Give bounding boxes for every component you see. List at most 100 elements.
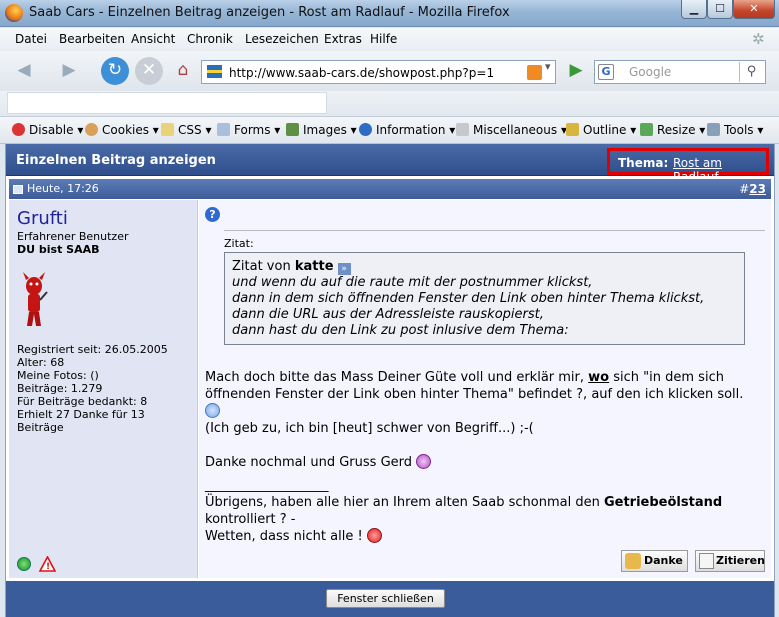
dev-outline[interactable]: Outline ▾ [566,123,636,137]
search-icon[interactable]: ⚲ [739,62,763,82]
dev-cookies[interactable]: Cookies ▾ [85,123,159,137]
miscellaneous-icon [456,123,469,136]
quote-divider [224,230,765,231]
page-footer: Fenster schließen [6,581,774,617]
google-engine-icon[interactable]: G [598,64,614,80]
post-paragraph: (Ich geb zu, ich bin [heut] schwer von B… [205,421,534,436]
thumbs-up-icon [625,553,641,569]
page-viewport: Einzelnen Beitrag anzeigen Thema: Rost a… [5,144,775,617]
post-header: Heute, 17:26 #23 [9,179,771,199]
go-button[interactable]: ▶ [562,57,590,85]
svg-text:!: ! [46,562,50,572]
user-thanks-received-cont: Beiträge [17,421,64,434]
question-icon: ? [205,207,220,222]
user-age: Alter: 68 [17,356,65,369]
forms-icon [217,123,230,136]
url-bar[interactable]: http://www.saab-cars.de/showpost.php?p=1… [201,60,556,84]
user-avatar [23,272,48,326]
signature-divider: ___________________ [205,478,329,493]
user-rank: Erfahrener Benutzer [17,230,129,243]
dev-disable[interactable]: Disable ▾ [12,123,83,137]
menu-hilfe[interactable]: Hilfe [370,32,397,46]
cookies-icon [85,123,98,136]
happy-smiley-icon [416,454,432,469]
home-button[interactable]: ⌂ [169,57,197,85]
dev-images[interactable]: Images ▾ [286,123,357,137]
close-window-button[interactable]: ✕ [733,0,775,19]
user-photos: Meine Fotos: () [17,369,99,382]
window-title: Saab Cars - Einzelnen Beitrag anzeigen -… [29,5,510,20]
dev-forms[interactable]: Forms ▾ [217,123,280,137]
close-window-page-button[interactable]: Fenster schließen [326,589,445,608]
outline-icon [566,123,579,136]
quote-line: dann in dem sich öffnenden Fenster den L… [232,291,705,306]
menu-chronik[interactable]: Chronik [187,32,233,46]
information-icon [359,123,372,136]
search-bar[interactable]: G Google ⚲ [594,60,766,84]
menu-ansicht[interactable]: Ansicht [131,32,175,46]
reload-button[interactable]: ↻ [101,57,129,85]
user-registered: Registriert seit: 26.05.2005 [17,343,168,356]
online-status-icon [17,557,31,571]
quote-line: dann hast du den Link zu post inlusive d… [232,323,569,338]
search-input[interactable]: Google [629,65,671,79]
quote-caption: Zitat: [224,237,254,250]
menu-lesezeichen[interactable]: Lesezeichen [245,32,319,46]
resize-icon [640,123,653,136]
maximize-button[interactable]: ☐ [707,0,733,19]
thanks-button[interactable]: Danke [621,550,688,572]
page-title: Einzelnen Beitrag anzeigen [16,153,216,168]
menu-datei[interactable]: Datei [15,32,47,46]
post-paragraph: Übrigens, haben alle hier an Ihrem alten… [205,495,723,527]
user-thanks-received: Erhielt 27 Danke für 13 [17,408,145,421]
user-thanked: Für Beiträge bedankt: 8 [17,395,148,408]
dev-resize[interactable]: Resize ▾ [640,123,705,137]
confused-smiley-row [205,403,765,420]
navigation-toolbar: ◀ ▶ ↻ ✕ ⌂ http://www.saab-cars.de/showpo… [0,51,779,91]
menu-bearbeiten[interactable]: Bearbeiten [59,32,125,46]
minimize-button[interactable]: ▁ [681,0,707,19]
user-posts: Beiträge: 1.279 [17,382,103,395]
rss-feed-icon[interactable] [527,65,542,80]
web-developer-toolbar: Disable ▾ Cookies ▾ CSS ▾ Forms ▾ Images… [0,117,779,144]
angry-smiley-icon [366,528,382,543]
dev-css[interactable]: CSS ▾ [161,123,211,137]
post-paragraph: Mach doch bitte das Mass Deiner Güte vol… [205,370,744,402]
firefox-logo-icon [5,4,23,22]
menu-extras[interactable]: Extras [324,32,362,46]
bookmarks-area [7,92,327,114]
bookmarks-toolbar [0,91,779,117]
url-dropdown-icon[interactable]: ▾ [545,60,559,73]
post-icon [13,185,23,194]
forward-button[interactable]: ▶ [55,57,83,85]
dev-information[interactable]: Information ▾ [359,123,455,137]
user-sidebar: Grufti Erfahrener Benutzer DU bist SAAB … [9,200,198,578]
post-body: Mach doch bitte das Mass Deiner Güte vol… [205,369,765,545]
username-link[interactable]: Grufti [17,208,68,229]
post-paragraph: Danke nochmal und Gruss Gerd [205,454,765,471]
back-button[interactable]: ◀ [10,57,38,85]
post-date: Heute, 17:26 [27,182,99,195]
css-icon [161,123,174,136]
quote-line: und wenn du auf die raute mit der postnu… [232,275,593,290]
quote-block: Zitat von katte » und wenn du auf die ra… [224,252,745,345]
throbber-icon: ✲ [752,30,765,48]
quote-button[interactable]: Zitieren [695,550,765,572]
url-text: http://www.saab-cars.de/showpost.php?p=1… [229,66,495,80]
post-content: ? Zitat: Zitat von katte » und wenn du a… [199,200,771,578]
quote-header: Zitat von katte » [232,259,737,275]
dev-miscellaneous[interactable]: Miscellaneous ▾ [456,123,567,137]
stop-button[interactable]: ✕ [135,57,163,85]
post-paragraph: Wetten, dass nicht alle ! [205,528,765,545]
report-warning-icon[interactable]: ! [39,556,56,572]
thema-label: Thema: [618,156,669,170]
disable-icon [12,123,25,136]
view-post-icon[interactable]: » [337,263,351,275]
quote-pencil-icon [699,553,714,569]
user-title: DU bist SAAB [17,243,100,256]
dev-tools[interactable]: Tools ▾ [707,123,763,137]
window-titlebar: Saab Cars - Einzelnen Beitrag anzeigen -… [0,0,779,27]
confused-smiley-icon [205,403,220,418]
page-header: Einzelnen Beitrag anzeigen Thema: Rost a… [6,144,774,184]
post-number-link[interactable]: 23 [749,182,766,196]
